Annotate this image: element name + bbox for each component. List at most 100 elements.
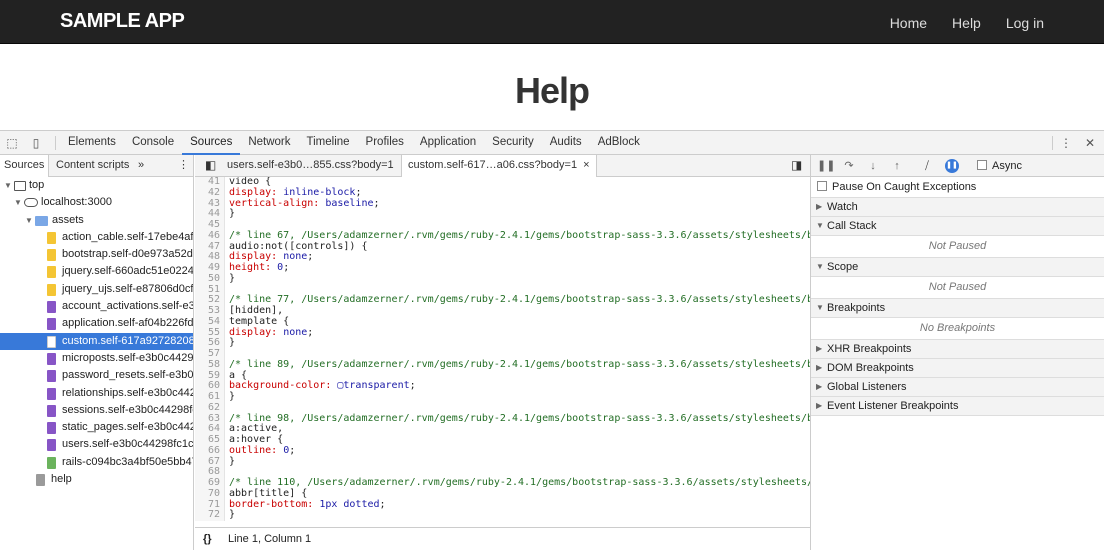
section-title: XHR Breakpoints (827, 343, 912, 355)
nav-help-link[interactable]: Help (952, 15, 981, 31)
step-out-icon[interactable]: ↑ (889, 158, 905, 174)
tree-item[interactable]: ▼ assets (0, 212, 193, 229)
line-number[interactable]: 70 (195, 488, 225, 500)
expand-triangle-icon[interactable]: ▶ (816, 397, 822, 415)
tree-item[interactable]: relationships.self-e3b0c4429 (0, 385, 193, 402)
line-number[interactable]: 58 (195, 359, 225, 371)
line-number[interactable]: 72 (195, 509, 225, 521)
more-tabs-icon[interactable]: » (134, 155, 148, 176)
expand-triangle-icon[interactable]: ▶ (816, 359, 822, 377)
tree-item[interactable]: password_resets.self-e3b0c (0, 367, 193, 384)
step-into-icon[interactable]: ↓ (865, 158, 881, 174)
tab-audits[interactable]: Audits (542, 131, 590, 155)
async-checkbox[interactable] (977, 160, 987, 170)
tab-sources[interactable]: Sources (0, 155, 50, 177)
section-title: Scope (827, 261, 859, 273)
code-text: } (229, 337, 236, 349)
frame-icon (14, 181, 26, 191)
code-line: 64 a:active, (195, 423, 810, 435)
section-dom-breakpoints[interactable]: ▶ DOM Breakpoints (811, 359, 1104, 378)
nav-login-link[interactable]: Log in (1006, 15, 1044, 31)
tree-item[interactable]: ▼ localhost:3000 (0, 194, 193, 211)
tab-console[interactable]: Console (124, 131, 182, 155)
tree-item[interactable]: account_activations.self-e3b (0, 298, 193, 315)
nav-home-link[interactable]: Home (890, 15, 927, 31)
tree-item[interactable]: action_cable.self-17ebe4af8 (0, 229, 193, 246)
line-number[interactable]: 50 (195, 273, 225, 285)
collapse-triangle-icon[interactable]: ▼ (816, 217, 824, 235)
tab-timeline[interactable]: Timeline (299, 131, 358, 155)
toggle-debugger-icon[interactable]: ◨ (785, 155, 808, 176)
section-scope[interactable]: ▼ Scope (811, 258, 1104, 277)
pretty-print-icon[interactable]: {} (203, 528, 212, 550)
debugger-toolbar: ❚❚ ↷ ↓ ↑ ⧸ ❚❚ Async (811, 155, 1104, 177)
more-menu-icon[interactable]: ⋮ (1058, 135, 1074, 151)
tree-item-label: sessions.self-e3b0c44298fc (62, 403, 194, 416)
tree-item[interactable]: jquery_ujs.self-e87806d0cf4 (0, 281, 193, 298)
close-icon[interactable]: ✕ (1082, 135, 1098, 151)
async-toggle[interactable]: Async (977, 158, 1022, 174)
pause-on-caught-exceptions[interactable]: Pause On Caught Exceptions (811, 177, 1104, 198)
tree-item[interactable]: bootstrap.self-d0e973a52d3 (0, 246, 193, 263)
expand-triangle-icon[interactable]: ▶ (816, 378, 822, 396)
section-global-listeners[interactable]: ▶ Global Listeners (811, 378, 1104, 397)
tab-network[interactable]: Network (240, 131, 298, 155)
expand-triangle-icon[interactable]: ▼ (4, 177, 12, 194)
toggle-navigator-icon[interactable]: ◧ (199, 155, 222, 176)
line-number[interactable]: 62 (195, 402, 225, 414)
pause-icon[interactable]: ❚❚ (817, 158, 835, 174)
device-mode-icon[interactable]: ▯ (28, 135, 44, 151)
debugger-sidebar: ❚❚ ↷ ↓ ↑ ⧸ ❚❚ Async Pause On Caught Exce… (810, 155, 1104, 550)
tab-security[interactable]: Security (484, 131, 542, 155)
devtools-tabs: Elements Console Sources Network Timeline Pro… (60, 131, 648, 155)
line-number[interactable]: 54 (195, 316, 225, 328)
brand-logo[interactable]: SAMPLE APP (60, 10, 185, 33)
inspect-element-icon[interactable]: ⬚ (4, 135, 20, 151)
close-tab-icon[interactable]: × (583, 159, 589, 171)
tree-item[interactable]: help (0, 471, 193, 488)
tab-sources[interactable]: Sources (182, 131, 241, 155)
section-call-stack[interactable]: ▼ Call Stack (811, 217, 1104, 236)
tree-item[interactable]: sessions.self-e3b0c44298fc (0, 402, 193, 419)
file-icon (47, 231, 56, 244)
tab-profiles[interactable]: Profiles (358, 131, 412, 155)
expand-triangle-icon[interactable]: ▼ (25, 212, 33, 229)
expand-triangle-icon[interactable]: ▶ (816, 198, 822, 216)
tab-application[interactable]: Application (412, 131, 484, 155)
line-number[interactable]: 66 (195, 445, 225, 457)
expand-triangle-icon[interactable]: ▶ (816, 340, 822, 358)
step-over-icon[interactable]: ↷ (841, 158, 857, 174)
editor-tab-users-css[interactable]: users.self-e3b0…855.css?body=1 (221, 155, 400, 176)
tree-item[interactable]: users.self-e3b0c44298fc1c1 (0, 436, 193, 453)
section-breakpoints[interactable]: ▼ Breakpoints (811, 299, 1104, 318)
tab-content-scripts[interactable]: Content scripts (52, 155, 133, 176)
tree-item[interactable]: rails-c094bc3a4bf50e5bb47 (0, 454, 193, 471)
tree-item[interactable]: microposts.self-e3b0c44298 (0, 350, 193, 367)
section-event-listener-breakpoints[interactable]: ▶ Event Listener Breakpoints (811, 397, 1104, 416)
tree-item[interactable]: jquery.self-660adc51e0224b (0, 263, 193, 280)
pause-exceptions-checkbox[interactable] (817, 181, 827, 191)
code-text: } (229, 208, 236, 220)
code-area[interactable]: 41 video {42 display: inline-block; 43 ver… (195, 177, 810, 527)
expand-triangle-icon[interactable]: ▼ (14, 194, 22, 211)
section-watch[interactable]: ▶ Watch (811, 198, 1104, 217)
line-number[interactable]: 46 (195, 230, 225, 242)
file-icon (47, 335, 56, 348)
pause-on-exceptions-icon[interactable]: ❚❚ (945, 159, 959, 173)
collapse-triangle-icon[interactable]: ▼ (816, 299, 824, 317)
deactivate-breakpoints-icon[interactable]: ⧸ (919, 158, 935, 174)
navigator-menu-icon[interactable]: ⋮ (174, 155, 193, 176)
tab-elements[interactable]: Elements (60, 131, 124, 155)
collapse-triangle-icon[interactable]: ▼ (816, 258, 824, 276)
section-xhr-breakpoints[interactable]: ▶ XHR Breakpoints (811, 340, 1104, 359)
code-line: 63/* line 98, /Users/adamzerner/.rvm/gem… (195, 413, 810, 425)
line-number[interactable]: 42 (195, 187, 225, 199)
file-icon (47, 404, 56, 417)
tab-adblock[interactable]: AdBlock (590, 131, 648, 155)
tree-item[interactable]: application.self-af04b226fd7 (0, 315, 193, 332)
editor-tab-custom-css[interactable]: custom.self-617…a06.css?body=1 × (401, 155, 597, 177)
tree-item[interactable]: ▼ top (0, 177, 193, 194)
page-title: Help (514, 70, 590, 111)
tree-item[interactable]: custom.self-617a92728208b (0, 332, 193, 350)
tree-item[interactable]: static_pages.self-e3b0c4429 (0, 419, 193, 436)
